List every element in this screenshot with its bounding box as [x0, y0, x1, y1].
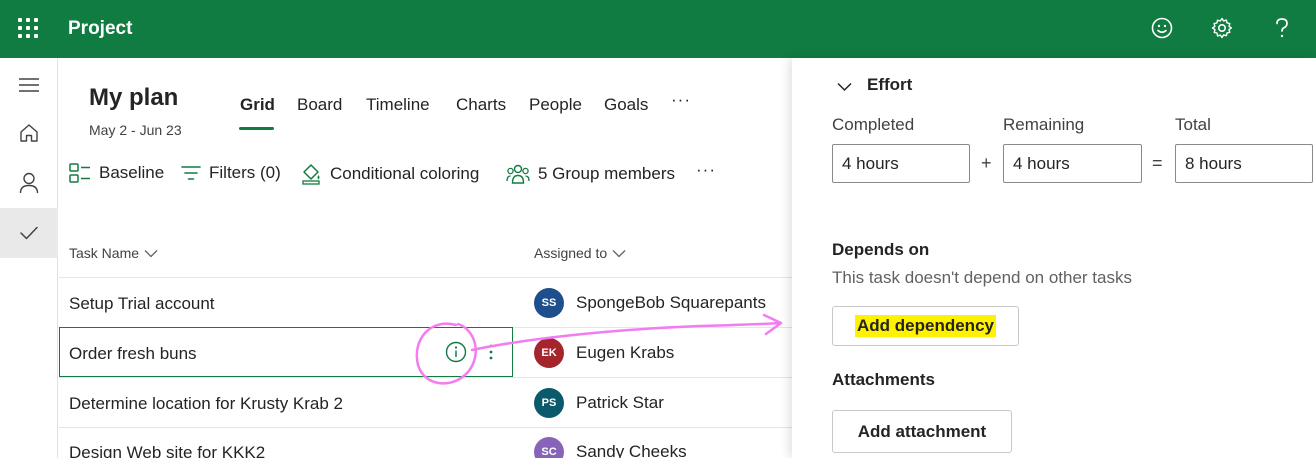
- left-navigation-rail: [0, 58, 58, 458]
- assignee-cell[interactable]: EK Eugen Krabs: [534, 338, 674, 368]
- tabs-more-button[interactable]: ···: [671, 90, 691, 110]
- remaining-label: Remaining: [1003, 115, 1085, 134]
- plan-title: My plan: [89, 84, 179, 111]
- baseline-icon: [69, 163, 90, 183]
- row-divider: [59, 277, 792, 278]
- row-divider: [59, 427, 792, 428]
- column-header-assigned-label: Assigned to: [534, 245, 608, 261]
- assignee-name: Eugen Krabs: [576, 343, 675, 362]
- row-more-options-icon[interactable]: [487, 342, 495, 362]
- filter-icon: [181, 166, 201, 180]
- my-tasks-checkmark-icon[interactable]: [0, 208, 58, 258]
- tab-grid[interactable]: Grid: [240, 95, 275, 115]
- assignee-name: Patrick Star: [576, 393, 664, 412]
- effort-collapse-chevron-icon[interactable]: [837, 79, 852, 97]
- assignee-cell[interactable]: SS SpongeBob Squarepants: [534, 288, 766, 318]
- plus-sign: +: [981, 153, 992, 173]
- plan-dates: May 2 - Jun 23: [89, 122, 182, 138]
- feedback-smiley-icon[interactable]: [1148, 14, 1176, 42]
- task-name-cell[interactable]: Setup Trial account: [69, 294, 215, 314]
- add-dependency-button[interactable]: Add dependency: [832, 306, 1019, 346]
- baseline-label: Baseline: [99, 163, 165, 182]
- tab-timeline[interactable]: Timeline: [366, 95, 430, 115]
- column-header-task-label: Task Name: [69, 245, 140, 261]
- avatar: PS: [534, 388, 564, 418]
- group-people-icon: [506, 164, 530, 184]
- conditional-coloring-button[interactable]: Conditional coloring: [300, 163, 479, 185]
- assignee-cell[interactable]: PS Patrick Star: [534, 388, 664, 418]
- column-header-assigned-to[interactable]: Assigned to: [534, 245, 626, 261]
- remaining-hours-field[interactable]: 4 hours: [1003, 144, 1142, 183]
- avatar: SS: [534, 288, 564, 318]
- task-info-icon[interactable]: [445, 341, 467, 368]
- tab-board[interactable]: Board: [297, 95, 342, 115]
- total-hours-field[interactable]: 8 hours: [1175, 144, 1313, 183]
- chevron-down-icon: [612, 249, 626, 257]
- completed-hours-field[interactable]: 4 hours: [832, 144, 970, 183]
- row-divider: [59, 377, 792, 378]
- effort-section-title[interactable]: Effort: [867, 75, 912, 95]
- chevron-down-icon: [144, 249, 158, 257]
- help-icon[interactable]: [1268, 14, 1296, 42]
- paint-bucket-icon: [302, 164, 320, 185]
- depends-on-title: Depends on: [832, 240, 930, 259]
- filters-label: Filters (0): [209, 163, 281, 182]
- depends-on-empty-text: This task doesn't depend on other tasks: [832, 268, 1132, 287]
- avatar: EK: [534, 338, 564, 368]
- column-header-task-name[interactable]: Task Name: [69, 245, 158, 261]
- annotation-arrow-head: [762, 313, 783, 336]
- baseline-button[interactable]: Baseline: [69, 163, 164, 183]
- person-icon[interactable]: [0, 158, 58, 208]
- tab-goals[interactable]: Goals: [604, 95, 648, 115]
- assignee-name: SpongeBob Squarepants: [576, 293, 766, 312]
- app-title[interactable]: Project: [68, 18, 132, 40]
- settings-gear-icon[interactable]: [1208, 14, 1236, 42]
- equals-sign: =: [1152, 153, 1163, 173]
- tab-people[interactable]: People: [529, 95, 582, 115]
- add-dependency-label: Add dependency: [855, 315, 996, 337]
- task-name-cell[interactable]: Determine location for Krusty Krab 2: [69, 394, 343, 414]
- active-tab-indicator: [239, 127, 274, 130]
- avatar: SC: [534, 437, 564, 458]
- app-header: Project: [0, 0, 1316, 58]
- group-members-label: 5 Group members: [538, 164, 675, 183]
- home-icon[interactable]: [0, 108, 58, 158]
- total-label: Total: [1175, 115, 1211, 134]
- completed-label: Completed: [832, 115, 915, 134]
- menu-hamburger-icon[interactable]: [0, 60, 58, 110]
- task-name-cell[interactable]: Design Web site for KKK2: [69, 443, 265, 458]
- assignee-cell[interactable]: SC Sandy Cheeks: [534, 437, 687, 458]
- add-attachment-button[interactable]: Add attachment: [832, 410, 1012, 453]
- toolbar-more-button[interactable]: ···: [696, 160, 716, 180]
- app-launcher-icon[interactable]: [18, 18, 38, 38]
- conditional-coloring-label: Conditional coloring: [330, 164, 480, 183]
- assignee-name: Sandy Cheeks: [576, 442, 687, 458]
- task-name-cell[interactable]: Order fresh buns: [69, 344, 197, 364]
- group-members-button[interactable]: 5 Group members: [506, 163, 675, 185]
- filters-button[interactable]: Filters (0): [181, 163, 281, 183]
- tab-charts[interactable]: Charts: [456, 95, 506, 115]
- attachments-title: Attachments: [832, 370, 935, 389]
